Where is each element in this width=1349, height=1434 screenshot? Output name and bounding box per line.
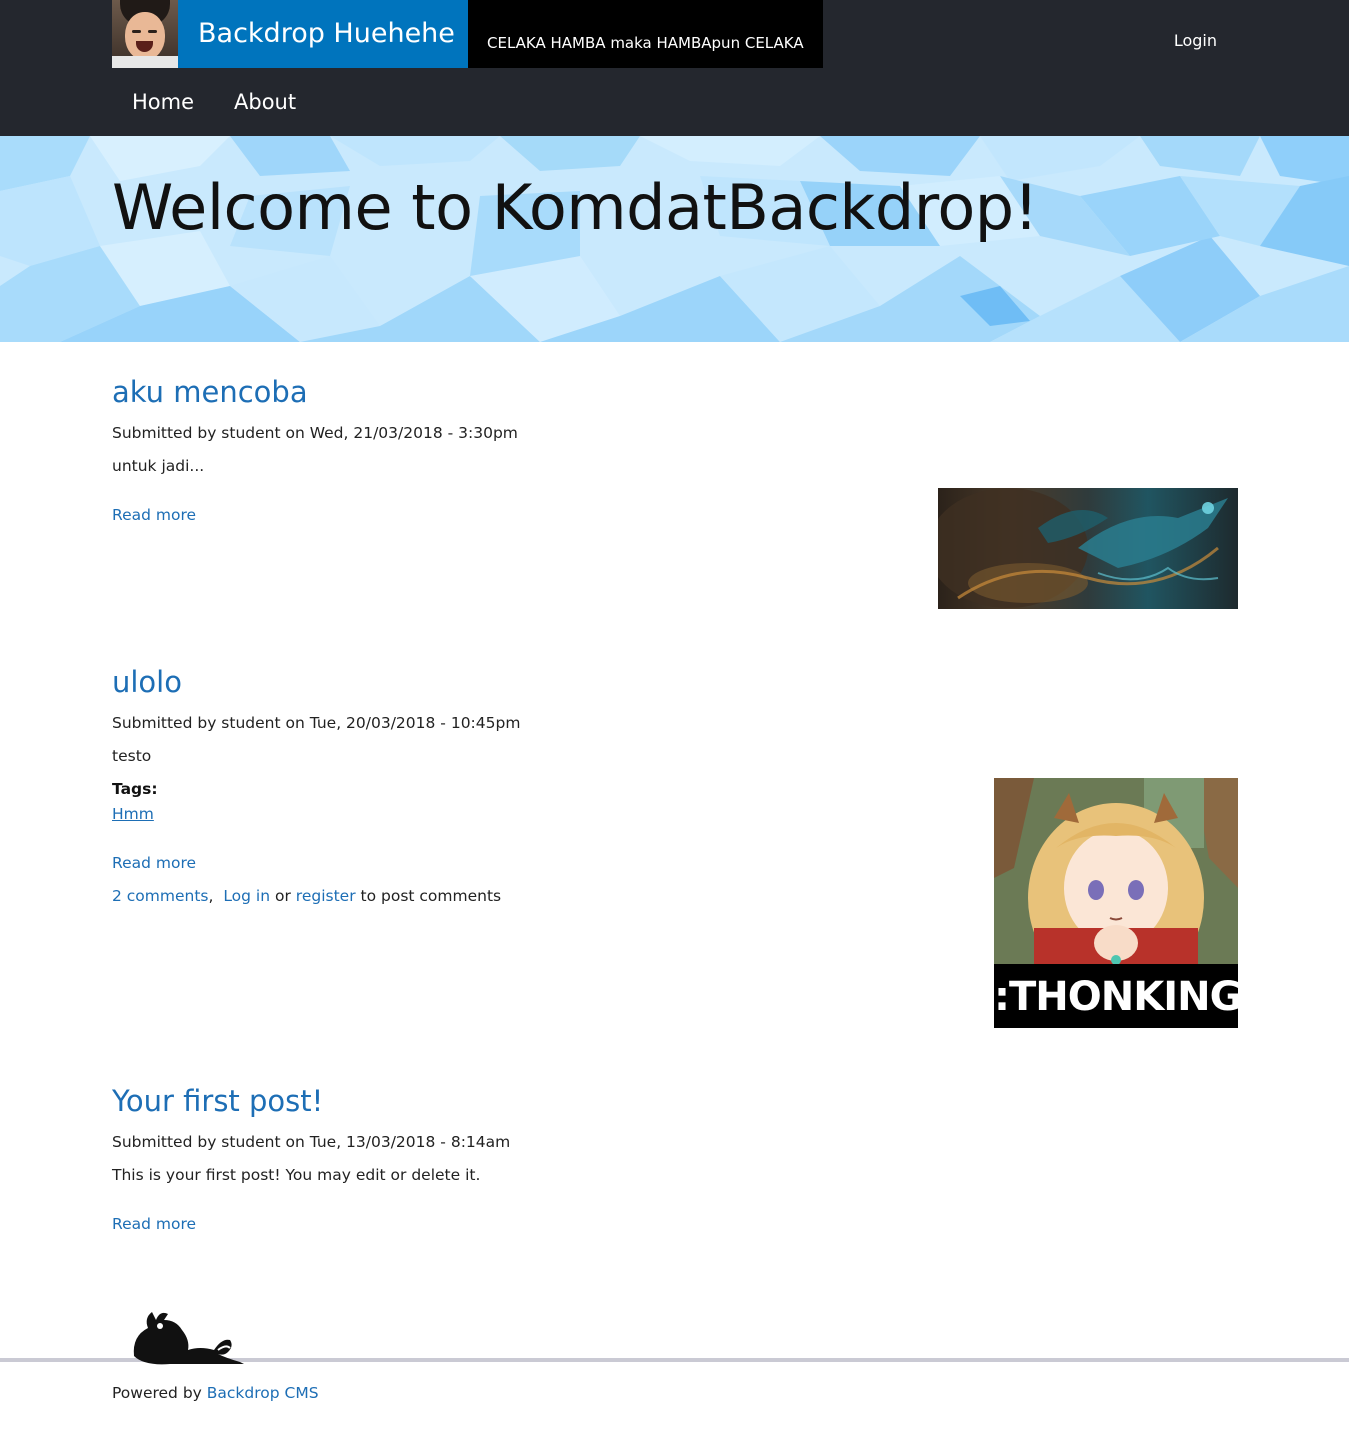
- post-title-link[interactable]: Your first post!: [112, 1084, 323, 1118]
- post-teaser: Your first post! Submitted by student on…: [112, 1084, 1238, 1254]
- post-comments-text: to post comments: [360, 887, 502, 905]
- post-submitted-info: Submitted by student on Tue, 20/03/2018 …: [112, 714, 521, 732]
- log-in-link[interactable]: Log in: [223, 887, 270, 905]
- site-slogan: CELAKA HAMBA maka HAMBApun CELAKA: [468, 0, 823, 68]
- menu-item-about[interactable]: About: [234, 90, 296, 114]
- post-teaser: aku mencoba Submitted by student on Wed,…: [112, 375, 1238, 615]
- comments-links: 2 comments, Log in or register to post c…: [112, 887, 501, 905]
- logo-eye: [148, 30, 157, 33]
- or-text: or: [275, 887, 291, 905]
- footer-powered-by: Powered by Backdrop CMS: [112, 1384, 319, 1402]
- read-more-link[interactable]: Read more: [112, 854, 196, 872]
- post-summary: testo: [112, 747, 152, 765]
- post-submitted-info: Submitted by student on Wed, 21/03/2018 …: [112, 424, 518, 442]
- image-caption: :THONKING:: [994, 964, 1238, 1028]
- site-name-link[interactable]: Backdrop Huehehe: [178, 0, 468, 68]
- post-title-link[interactable]: ulolo: [112, 665, 182, 699]
- post-teaser: ulolo Submitted by student on Tue, 20/03…: [112, 665, 1238, 1028]
- login-link[interactable]: Login: [1174, 31, 1217, 50]
- tag-link-hmm[interactable]: Hmm: [112, 805, 154, 823]
- main-menu: Home About: [112, 90, 316, 114]
- backdrop-dragon-icon: [130, 1306, 246, 1370]
- comments-separator: ,: [208, 887, 214, 905]
- hero-banner: Welcome to KomdatBackdrop!: [0, 136, 1349, 342]
- site-header: Backdrop Huehehe CELAKA HAMBA maka HAMBA…: [0, 0, 1349, 136]
- register-link[interactable]: register: [296, 887, 356, 905]
- logo-eye: [132, 30, 141, 33]
- page-title: Welcome to KomdatBackdrop!: [112, 171, 1038, 244]
- logo-face: [125, 12, 165, 60]
- read-more-link[interactable]: Read more: [112, 1215, 196, 1233]
- menu-item-home[interactable]: Home: [132, 90, 194, 114]
- anime-artwork: [994, 778, 1238, 993]
- logo-shirt: [112, 56, 178, 68]
- dragon-artwork: [938, 488, 1228, 608]
- post-image-dragon[interactable]: [938, 488, 1238, 609]
- post-title-link[interactable]: aku mencoba: [112, 375, 308, 409]
- post-summary: This is your first post! You may edit or…: [112, 1166, 481, 1184]
- tags-label: Tags:: [112, 780, 158, 798]
- post-submitted-info: Submitted by student on Tue, 13/03/2018 …: [112, 1133, 511, 1151]
- backdrop-cms-link[interactable]: Backdrop CMS: [207, 1384, 319, 1402]
- powered-by-text: Powered by: [112, 1384, 202, 1402]
- comments-count-link[interactable]: 2 comments: [112, 887, 209, 905]
- read-more-link[interactable]: Read more: [112, 506, 196, 524]
- post-summary: untuk jadi...: [112, 457, 205, 475]
- site-logo[interactable]: [112, 0, 178, 68]
- post-image-thonking[interactable]: :THONKING:: [994, 778, 1238, 1028]
